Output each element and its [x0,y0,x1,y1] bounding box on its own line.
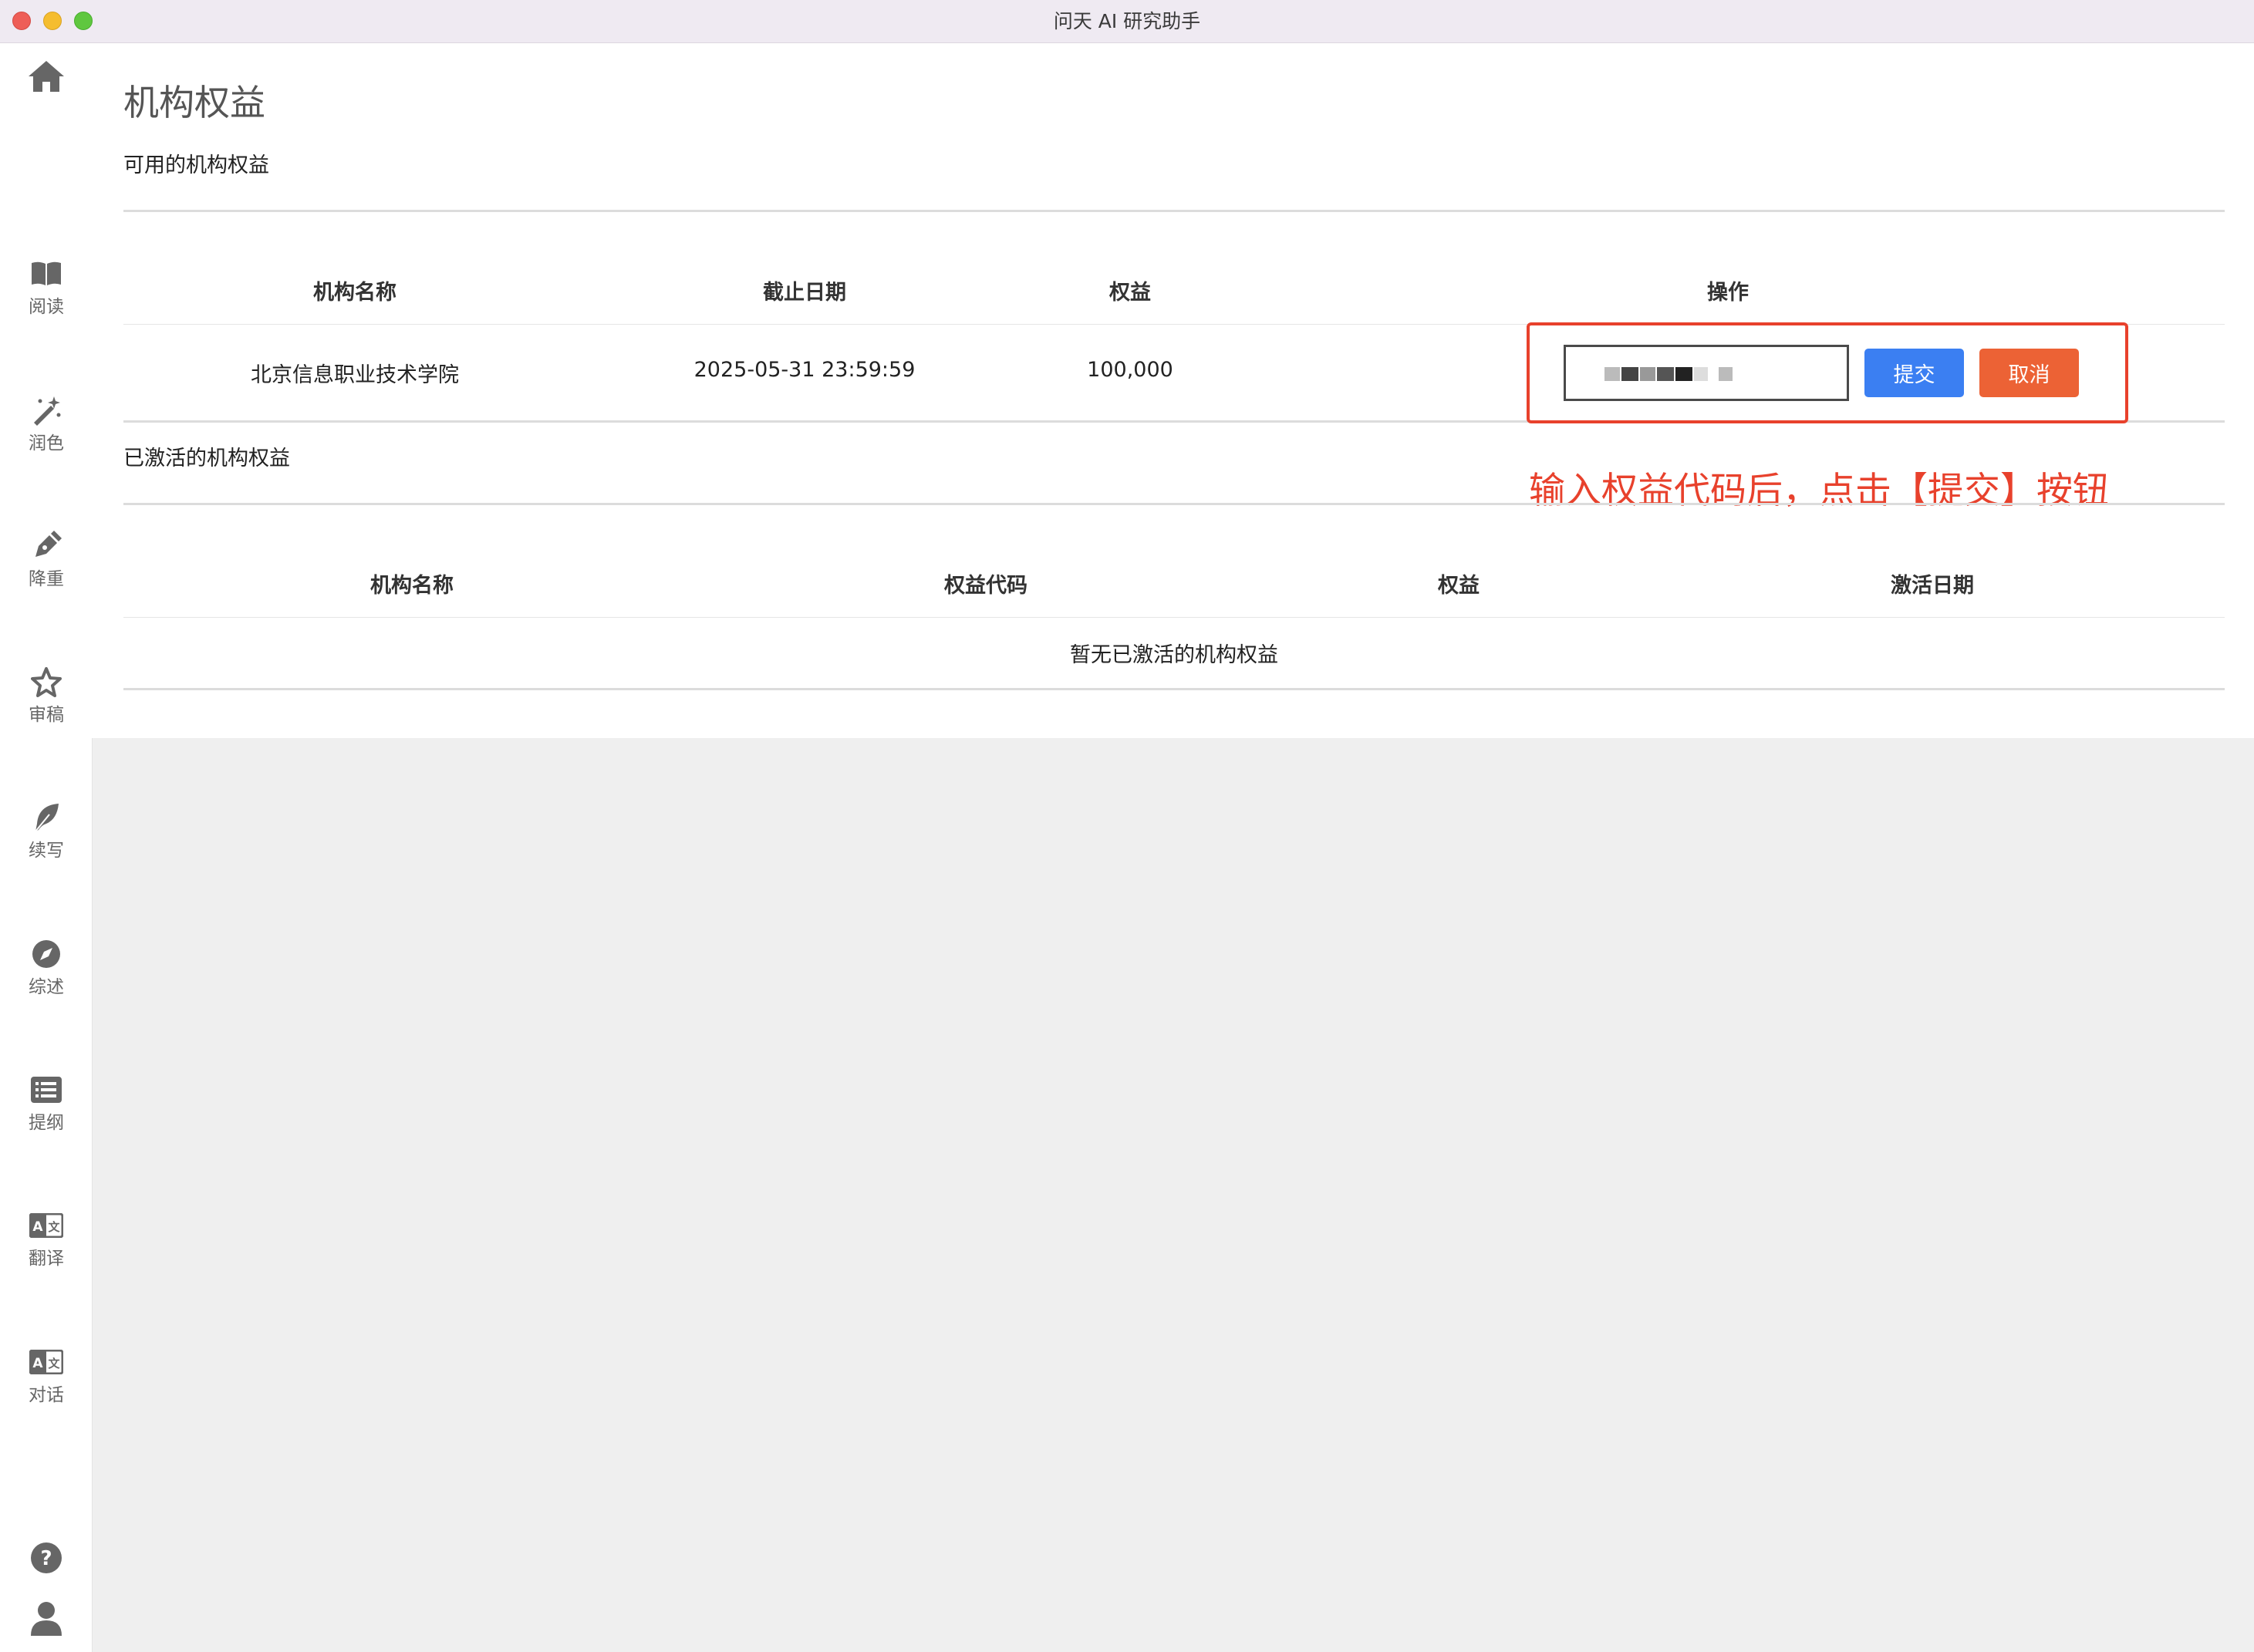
svg-text:文: 文 [48,1220,60,1234]
sidebar-item-polish[interactable]: 润色 [0,393,93,470]
page-title: 机构权益 [123,82,265,123]
table-header: 机构名称 [370,574,454,598]
submit-button[interactable]: 提交 [1864,349,1964,397]
svg-text:文: 文 [48,1357,60,1370]
home-icon [29,61,64,92]
main-content: 机构权益 可用的机构权益 机构名称 截止日期 权益 操作 北京信息职业技术学院 … [93,44,2254,738]
compass-icon [29,936,64,972]
activated-section-label: 已激活的机构权益 [123,447,290,470]
sidebar-item-label: 润色 [29,433,64,453]
sidebar-item-survey[interactable]: 综述 [0,936,93,1013]
sidebar-item-translate[interactable]: A文 翻译 [0,1208,93,1285]
sidebar-item-rewrite[interactable]: 降重 [0,528,93,605]
table-header: 操作 [1707,281,1749,305]
sidebar-item-continue[interactable]: 续写 [0,800,93,877]
help-icon: ? [31,1542,62,1573]
sidebar-item-read[interactable]: 阅读 [0,256,93,333]
available-section-label: 可用的机构权益 [123,153,269,177]
list-icon [29,1072,64,1108]
table-header: 机构名称 [313,281,396,305]
user-button[interactable] [25,1596,68,1640]
table-header: 权益 [1109,281,1151,305]
benefit-code-input[interactable] [1564,345,1849,401]
table-cell-credits: 100,000 [1087,358,1173,382]
book-icon [29,256,64,292]
sidebar-item-label: 翻译 [29,1249,64,1269]
feather-icon [29,800,64,835]
sidebar-item-label: 审稿 [29,705,64,725]
cancel-button[interactable]: 取消 [1979,349,2079,397]
magic-wand-icon [29,393,64,428]
sidebar-item-label: 续写 [29,841,64,861]
activated-benefits-table: 机构名称 权益代码 权益 激活日期 暂无已激活的机构权益 [123,503,2225,696]
home-button[interactable] [25,55,68,98]
sidebar-item-label: 提纲 [29,1113,64,1133]
sidebar-divider [92,738,93,1652]
sidebar-item-label: 对话 [29,1385,64,1405]
empty-state-text: 暂无已激活的机构权益 [1070,643,1278,667]
translate-icon: A文 [29,1208,64,1243]
table-header: 权益代码 [944,574,1027,598]
empty-background-area [93,738,2254,1652]
title-bar: 问天 AI 研究助手 [0,0,2254,43]
window-title: 问天 AI 研究助手 [1053,10,1201,32]
sidebar-item-chat[interactable]: A文 对话 [0,1344,93,1421]
sidebar-item-label: 阅读 [29,297,64,317]
svg-text:A: A [32,1219,43,1235]
svg-text:A: A [32,1356,43,1371]
table-header: 激活日期 [1891,574,1974,598]
svg-text:?: ? [40,1547,52,1570]
sidebar-item-label: 降重 [29,569,64,589]
sidebar-item-review[interactable]: 审稿 [0,664,93,741]
chat-translate-icon: A文 [29,1344,64,1380]
table-header: 权益 [1438,574,1480,598]
sidebar: 阅读 润色 降重 审稿 续写 综述 提纲 A 文 翻译 A 文 对话 ? [0,44,93,1652]
table-cell-institution: 北京信息职业技术学院 [251,363,459,387]
help-button[interactable]: ? [25,1536,68,1580]
user-icon [31,1602,62,1636]
table-header: 截止日期 [763,281,846,305]
pen-icon [29,528,64,564]
table-cell-deadline: 2025-05-31 23:59:59 [693,358,916,382]
sidebar-item-label: 综述 [29,977,64,997]
star-icon [29,664,64,700]
sidebar-item-outline[interactable]: 提纲 [0,1072,93,1149]
